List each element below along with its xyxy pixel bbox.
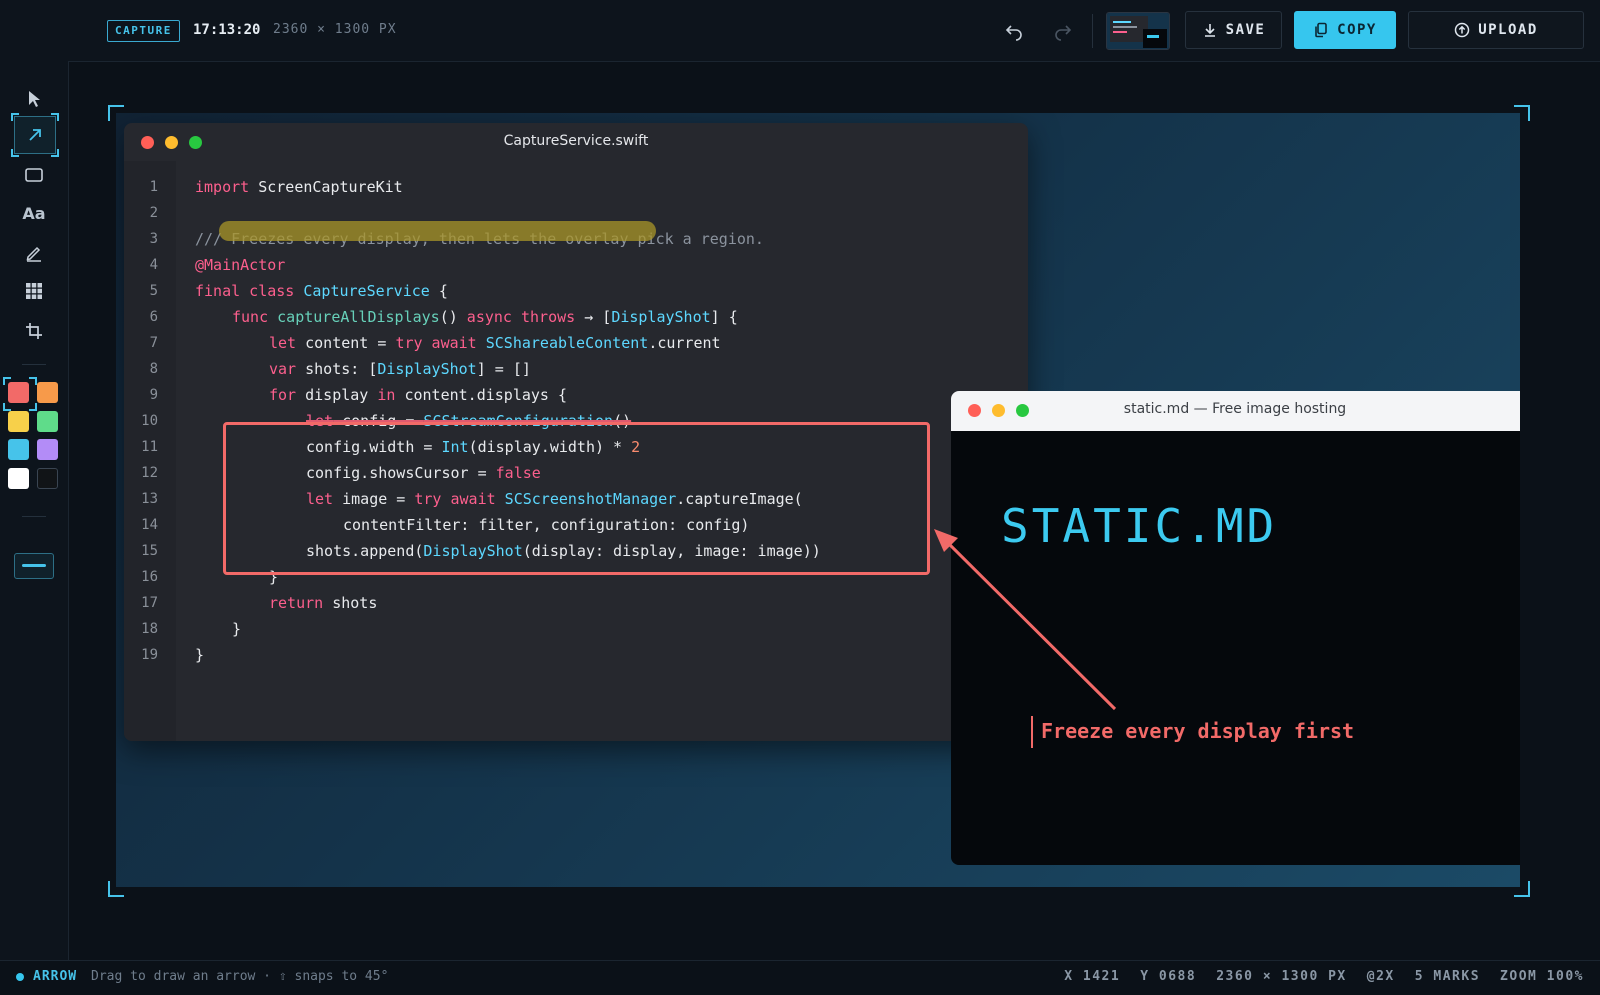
status-hint: Drag to draw an arrow · ⇧ snaps to 45°: [91, 969, 389, 984]
pixelate-tool[interactable]: [14, 273, 54, 309]
tool-divider: [22, 516, 46, 517]
redo-button[interactable]: [1050, 18, 1076, 44]
color-swatch-green[interactable]: [37, 411, 58, 432]
select-tool[interactable]: [14, 81, 54, 117]
upload-icon: [1454, 22, 1470, 38]
selection-corner: [51, 113, 59, 121]
capture-canvas[interactable]: CaptureService.swift 1 2 3 4 5 6 7 8 9 1…: [116, 113, 1520, 887]
capture-time: 17:13:20: [193, 22, 261, 38]
text-tool[interactable]: Aa: [14, 195, 54, 231]
selection-corner: [3, 377, 11, 385]
selection-corner: [29, 377, 37, 385]
text-caret: [1031, 716, 1033, 748]
toolbar-divider: [1092, 14, 1093, 48]
copy-label: COPY: [1337, 22, 1377, 38]
status-mode: ARROW: [33, 969, 78, 984]
cursor-x: X 1421: [1064, 969, 1121, 984]
selection-corner: [11, 149, 19, 157]
undo-button[interactable]: [1001, 18, 1027, 44]
save-button[interactable]: SAVE: [1185, 11, 1282, 49]
tool-sidebar: Aa: [0, 61, 69, 960]
grid-icon: [26, 283, 42, 299]
status-size: 2360 × 1300 PX: [1216, 969, 1347, 984]
color-swatch-yellow[interactable]: [8, 411, 29, 432]
text-mark[interactable]: Freeze every display first: [1041, 719, 1354, 743]
arrow-mark[interactable]: [116, 113, 1520, 887]
capture-thumbnail[interactable]: [1106, 12, 1170, 50]
rectangle-tool[interactable]: [14, 157, 54, 193]
color-swatch-cyan[interactable]: [8, 439, 29, 460]
selection-corner: [3, 403, 11, 411]
arrow-tool[interactable]: [11, 113, 59, 157]
download-icon: [1204, 24, 1215, 37]
crop-tool[interactable]: [14, 313, 54, 349]
top-bar: CAPTURE 17:13:20 2360 × 1300 PX SAVE COP…: [0, 0, 1600, 62]
selection-corner: [51, 149, 59, 157]
capture-badge: CAPTURE: [107, 20, 180, 42]
status-marks: 5 MARKS: [1414, 969, 1481, 984]
crop-icon: [26, 323, 42, 339]
thumbnail-preview-icon: [1107, 13, 1169, 49]
color-swatch-orange[interactable]: [37, 382, 58, 403]
tool-divider: [22, 364, 46, 365]
copy-button[interactable]: COPY: [1294, 11, 1396, 49]
mode-indicator-icon: [16, 973, 24, 981]
status-bar: ARROW Drag to draw an arrow · ⇧ snaps to…: [0, 960, 1600, 995]
status-zoom[interactable]: ZOOM 100%: [1500, 969, 1584, 984]
undo-icon: [1005, 25, 1022, 41]
stroke-medium-button[interactable]: [14, 553, 54, 579]
pen-tool[interactable]: [14, 235, 54, 271]
save-label: SAVE: [1225, 22, 1266, 38]
cursor-icon: [29, 91, 40, 107]
color-swatch-red[interactable]: [8, 382, 29, 403]
selection-corner: [11, 113, 19, 121]
stroke-medium: [22, 564, 46, 567]
upload-label: UPLOAD: [1478, 22, 1538, 38]
color-swatch-purple[interactable]: [37, 439, 58, 460]
color-swatch-white[interactable]: [8, 468, 29, 489]
cursor-y: Y 0688: [1140, 969, 1197, 984]
copy-icon: [1315, 22, 1327, 38]
selection-corner: [29, 403, 37, 411]
status-scale: @2X: [1366, 969, 1395, 984]
text-tool-label: Aa: [22, 203, 46, 223]
upload-button[interactable]: UPLOAD: [1408, 11, 1584, 49]
color-swatch-black[interactable]: [37, 468, 58, 489]
pen-icon: [26, 246, 41, 262]
status-metrics: X 1421 Y 0688 2360 × 1300 PX @2X 5 MARKS…: [1064, 969, 1584, 984]
redo-icon: [1055, 25, 1072, 41]
rectangle-icon: [25, 168, 43, 182]
capture-dimensions: 2360 × 1300 PX: [273, 22, 397, 37]
arrow-icon: [29, 129, 41, 141]
